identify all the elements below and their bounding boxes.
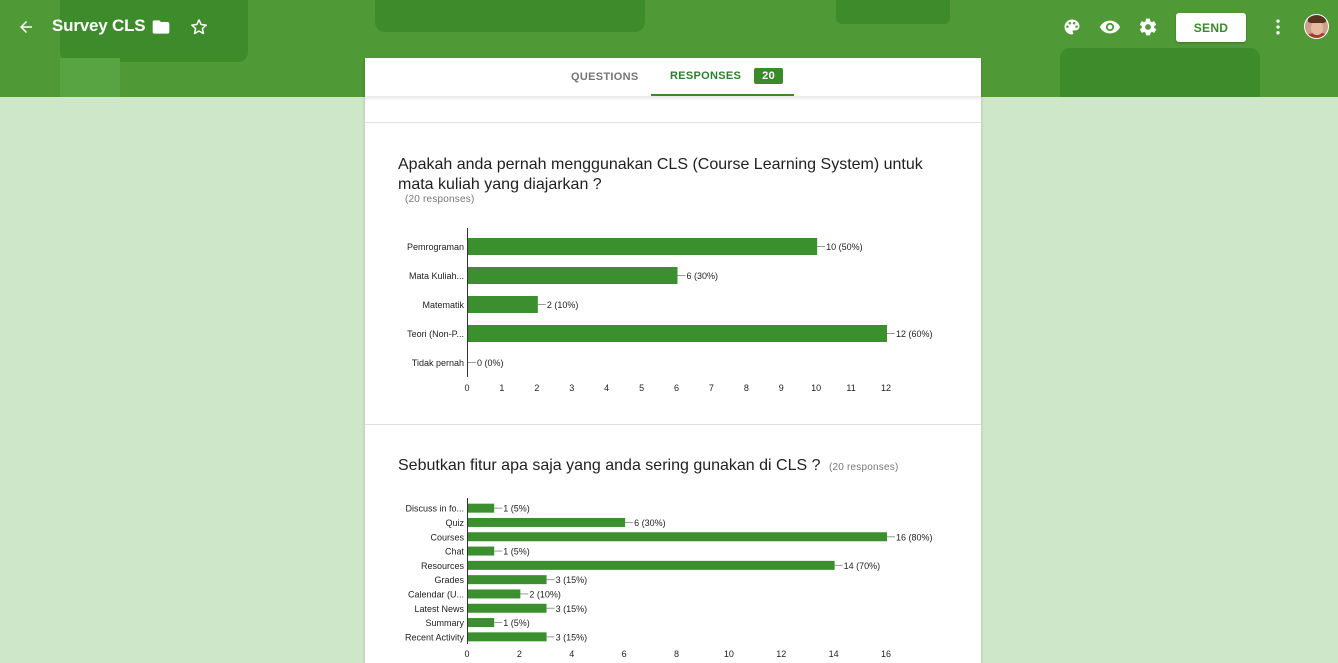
bar (468, 325, 887, 342)
question-2-response-count: (20 responses) (828, 462, 899, 473)
bar (468, 618, 495, 628)
x-tick-label: 0 (464, 383, 469, 393)
data-label: 6 (30%) (687, 271, 719, 281)
question-1-bar-chart: Pemrograman 10 (50%) Mata Kuliah... 6 (30%)… (407, 228, 933, 393)
category-label: Summary (425, 618, 464, 628)
category-label: Matematik (422, 300, 464, 310)
data-label: 3 (15%) (556, 632, 588, 642)
x-tick-label: 6 (622, 649, 627, 659)
x-tick-label: 4 (604, 383, 609, 393)
divider (365, 122, 981, 123)
x-tick-label: 7 (709, 383, 714, 393)
category-label: Chat (445, 547, 465, 557)
x-tick-label: 6 (674, 383, 679, 393)
header-decoration (836, 0, 950, 24)
data-label: 16 (80%) (896, 532, 933, 542)
header-decoration (60, 58, 120, 97)
question-1-title: Apakah anda pernah menggunakan CLS (Cour… (398, 156, 923, 193)
category-label: Recent Activity (405, 632, 465, 642)
bar (468, 632, 547, 642)
x-tick-label: 0 (464, 649, 469, 659)
x-tick-label: 10 (811, 383, 821, 393)
data-label: 14 (70%) (844, 561, 881, 571)
question-2-bar-chart: Discuss in fo... 1 (5%) Quiz 6 (30%) Courses… (405, 498, 933, 659)
category-label: Quiz (445, 518, 464, 528)
category-label: Tidak pernah (412, 358, 464, 368)
data-label: 1 (5%) (503, 547, 530, 557)
bar (468, 503, 495, 513)
data-label: 2 (10%) (529, 589, 561, 599)
bar (468, 603, 547, 613)
responses-card: QUESTIONS RESPONSES 20 Apakah anda perna… (365, 58, 981, 663)
bar (468, 532, 887, 542)
category-label: Courses (430, 532, 464, 542)
folder-icon[interactable] (149, 15, 173, 39)
back-arrow-icon[interactable] (14, 15, 38, 39)
tab-shadow (365, 96, 981, 101)
question-2-title: Sebutkan fitur apa saja yang anda sering… (398, 457, 821, 474)
question-1-response-count: (20 responses) (405, 194, 475, 205)
header-decoration (1060, 48, 1260, 97)
bar (468, 589, 521, 599)
star-icon[interactable] (187, 15, 211, 39)
category-label: Pemrograman (407, 242, 464, 252)
category-label: Grades (434, 575, 464, 585)
tab-responses-label: RESPONSES (670, 70, 742, 82)
x-tick-label: 2 (534, 383, 539, 393)
data-label: 2 (10%) (547, 300, 579, 310)
x-tick-label: 12 (776, 649, 786, 659)
data-label: 1 (5%) (503, 504, 530, 514)
bar (468, 267, 678, 284)
tab-responses[interactable]: RESPONSES 20 (651, 58, 794, 96)
category-label: Calendar (U... (408, 589, 464, 599)
x-tick-label: 4 (569, 649, 574, 659)
data-label: 1 (5%) (503, 618, 530, 628)
x-tick-label: 11 (846, 383, 855, 393)
category-label: Resources (421, 561, 465, 571)
divider (365, 424, 981, 425)
x-tick-label: 5 (639, 383, 644, 393)
category-label: Teori (Non-P... (407, 329, 464, 339)
bar (468, 560, 835, 570)
bar (468, 517, 626, 527)
data-label: 3 (15%) (556, 575, 588, 585)
palette-icon[interactable] (1060, 15, 1084, 39)
responses-count-badge: 20 (754, 68, 784, 84)
bar (468, 296, 538, 313)
x-tick-label: 3 (569, 383, 574, 393)
category-label: Discuss in fo... (405, 504, 464, 514)
data-label: 12 (60%) (896, 329, 933, 339)
settings-gear-icon[interactable] (1136, 15, 1160, 39)
bar (468, 238, 818, 255)
x-tick-label: 16 (881, 649, 891, 659)
x-tick-label: 8 (674, 649, 679, 659)
more-vert-icon[interactable] (1266, 15, 1290, 39)
send-button[interactable]: SEND (1176, 13, 1246, 42)
x-tick-label: 10 (724, 649, 734, 659)
header-decoration (375, 0, 645, 32)
preview-eye-icon[interactable] (1098, 15, 1122, 39)
data-label: 0 (0%) (477, 358, 504, 368)
x-tick-label: 1 (499, 383, 504, 393)
account-avatar[interactable] (1304, 14, 1329, 39)
data-label: 10 (50%) (826, 242, 863, 252)
bar (468, 546, 495, 556)
form-title[interactable]: Survey CLS (52, 16, 146, 36)
category-label: Latest News (414, 604, 464, 614)
x-tick-label: 14 (829, 649, 839, 659)
question-2-header: Sebutkan fitur apa saja yang anda sering… (398, 457, 958, 475)
x-tick-label: 12 (881, 383, 891, 393)
data-label: 6 (30%) (634, 518, 666, 528)
data-label: 3 (15%) (556, 604, 588, 614)
x-tick-label: 2 (517, 649, 522, 659)
category-label: Mata Kuliah... (409, 271, 464, 281)
bar (468, 575, 547, 585)
tab-questions[interactable]: QUESTIONS (571, 58, 639, 96)
form-tabs: QUESTIONS RESPONSES 20 (365, 58, 981, 96)
x-tick-label: 8 (744, 383, 749, 393)
x-tick-label: 9 (779, 383, 784, 393)
